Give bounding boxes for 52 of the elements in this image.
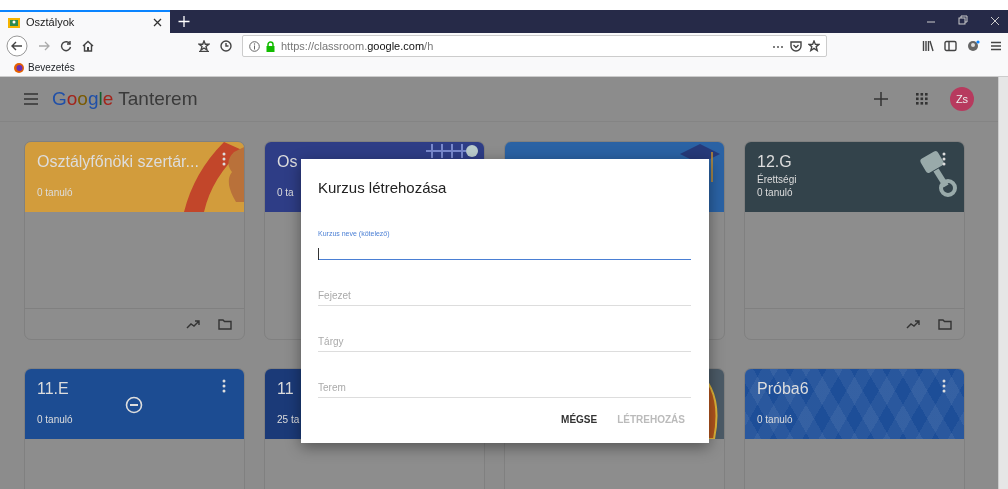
tab-title: Osztályok <box>26 15 76 31</box>
class-card[interactable]: 11.E 0 tanuló <box>24 368 245 489</box>
bookmark-star-icon[interactable] <box>198 40 210 52</box>
app-logo: Google Tanterem <box>52 86 198 111</box>
home-icon[interactable] <box>82 40 94 52</box>
text-cursor <box>318 247 319 260</box>
browser-tab[interactable]: Osztályok <box>0 10 170 33</box>
folder-icon[interactable] <box>938 318 952 330</box>
class-card[interactable]: 12.G Érettségi 0 tanuló <box>744 141 965 340</box>
url-text: https://classroom.google.com/h <box>281 38 435 54</box>
class-section: Érettségi <box>757 172 952 187</box>
pocket-icon[interactable] <box>790 40 802 52</box>
grid-drawing <box>426 144 478 158</box>
clock-icon[interactable] <box>220 40 232 52</box>
apps-grid-icon[interactable] <box>916 93 928 105</box>
bookmark-item[interactable]: Bevezetés <box>14 60 75 75</box>
student-count: 0 ta <box>277 186 294 200</box>
close-icon[interactable] <box>153 18 162 27</box>
dialog-title: Kurzus létrehozása <box>318 178 448 198</box>
classroom-tab-icon <box>8 16 20 29</box>
account-icon[interactable] <box>967 40 980 52</box>
trending-up-icon[interactable] <box>186 319 200 329</box>
student-count: 25 ta <box>277 413 300 427</box>
add-icon[interactable] <box>874 92 888 106</box>
menu-icon[interactable] <box>990 40 1002 52</box>
class-card[interactable]: Próba6 0 tanuló <box>744 368 965 489</box>
student-count: 0 tanuló <box>37 186 73 200</box>
sidebar-icon[interactable] <box>944 40 957 52</box>
avatar[interactable]: Zs <box>950 87 974 111</box>
cancel-button[interactable]: MÉGSE <box>555 408 604 431</box>
more-vert-icon[interactable] <box>222 152 226 166</box>
address-bar[interactable]: https://classroom.google.com/h <box>242 35 827 57</box>
trending-up-icon[interactable] <box>906 319 920 329</box>
class-title[interactable]: Próba6 <box>757 379 952 399</box>
info-icon <box>249 40 260 52</box>
blocked-icon <box>125 396 143 414</box>
padlock-icon <box>266 40 275 52</box>
scrollbar[interactable] <box>998 77 1008 489</box>
firefox-logo-icon <box>14 62 24 73</box>
reload-icon[interactable] <box>60 40 72 52</box>
more-vert-icon[interactable] <box>222 379 226 393</box>
student-count: 0 tanuló <box>37 413 73 427</box>
class-title[interactable]: 11.E <box>37 379 232 399</box>
student-count: 0 tanuló <box>757 186 793 200</box>
student-count: 0 tanuló <box>757 413 793 427</box>
more-vert-icon[interactable] <box>942 152 946 166</box>
star-icon[interactable] <box>808 40 820 52</box>
folder-icon[interactable] <box>218 318 232 330</box>
library-icon[interactable] <box>922 40 934 52</box>
more-vert-icon[interactable] <box>942 379 946 393</box>
class-title[interactable]: 12.G <box>757 152 952 172</box>
back-icon[interactable] <box>6 35 28 57</box>
